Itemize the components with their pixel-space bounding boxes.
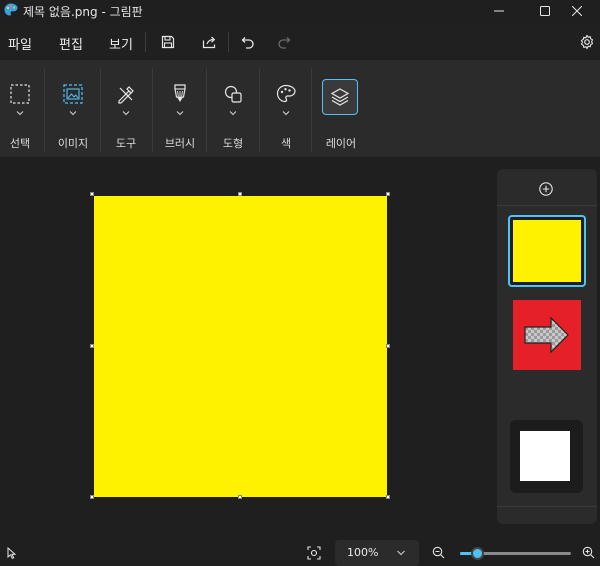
ribbon-divider (100, 68, 101, 152)
window-title: 제목 없음.png - 그림판 (23, 5, 143, 19)
ribbon-divider (259, 68, 260, 152)
zoom-out-icon[interactable] (432, 546, 445, 559)
redo-button[interactable] (274, 32, 294, 52)
zoom-in-icon[interactable] (582, 546, 595, 559)
ribbon-label-tools: 도구 (115, 137, 137, 150)
shapes-button[interactable] (219, 80, 247, 108)
menu-file[interactable]: 파일 (8, 34, 32, 53)
resize-handle-bottom-right[interactable] (386, 495, 390, 499)
layer-thumbnail[interactable] (513, 300, 581, 370)
arrow-preview-icon (524, 316, 569, 354)
resize-handle-bottom-left[interactable] (90, 495, 94, 499)
image-button[interactable] (59, 80, 87, 108)
brush-button[interactable] (166, 80, 194, 108)
ribbon-label-select: 선택 (9, 137, 31, 150)
ribbon-divider (44, 68, 45, 152)
share-icon (202, 36, 216, 49)
image-icon (63, 84, 83, 104)
close-button[interactable] (554, 0, 600, 22)
zoom-slider-thumb[interactable] (471, 547, 484, 560)
ribbon-divider (152, 68, 153, 152)
title-bar: 제목 없음.png - 그림판 (0, 0, 600, 22)
share-button[interactable] (199, 32, 219, 52)
layer-preview (513, 220, 581, 282)
resize-handle-right[interactable] (386, 344, 390, 348)
tools-icon (118, 86, 134, 104)
chevron-down-icon[interactable] (15, 110, 25, 116)
resize-handle-left[interactable] (90, 344, 94, 348)
settings-button[interactable] (577, 32, 597, 52)
selection-icon (10, 84, 30, 104)
color-button[interactable] (272, 80, 300, 108)
chevron-down-icon[interactable] (121, 110, 131, 116)
drawing-canvas[interactable] (94, 196, 387, 497)
chevron-down-icon[interactable] (281, 110, 291, 116)
layers-icon (330, 88, 350, 106)
save-icon (161, 35, 175, 49)
layers-panel (497, 169, 597, 524)
undo-button[interactable] (238, 32, 258, 52)
maximize-icon (540, 6, 550, 16)
gear-icon (580, 34, 594, 50)
redo-icon (278, 37, 291, 49)
ribbon-label-image: 이미지 (57, 137, 89, 150)
zoom-value: 100% (347, 546, 379, 559)
ribbon-toolbar: 선택 이미지 도구 브러시 도형 색 레이어 (0, 60, 600, 157)
selection-button[interactable] (6, 80, 34, 108)
panel-divider (497, 205, 597, 206)
cursor-icon (7, 547, 17, 559)
minimize-icon (494, 10, 504, 12)
ribbon-divider (311, 68, 312, 152)
undo-icon (241, 37, 254, 49)
add-layer-icon[interactable] (538, 181, 554, 197)
color-palette-icon (276, 84, 296, 103)
shapes-icon (224, 85, 242, 103)
zoom-slider[interactable] (460, 547, 571, 560)
menu-bar: 파일 편집 보기 (0, 24, 600, 60)
brush-icon (174, 84, 186, 102)
menu-edit[interactable]: 편집 (59, 34, 83, 53)
ribbon-divider (206, 68, 207, 152)
chevron-down-icon[interactable] (175, 110, 185, 116)
close-icon (572, 6, 582, 16)
menu-divider (145, 32, 146, 52)
resize-handle-top-left[interactable] (90, 192, 94, 196)
ribbon-label-layers: 레이어 (325, 137, 357, 150)
paint-palette-icon (3, 2, 19, 18)
tools-button[interactable] (112, 80, 140, 108)
ribbon-label-color: 색 (280, 137, 292, 150)
save-button[interactable] (158, 32, 178, 52)
chevron-down-icon[interactable] (228, 110, 238, 116)
layer-thumbnail[interactable] (510, 420, 583, 493)
chevron-down-icon[interactable] (68, 110, 78, 116)
minimize-button[interactable] (476, 0, 522, 22)
ribbon-label-brush: 브러시 (164, 137, 196, 150)
layer-thumbnail-selected[interactable] (508, 215, 586, 287)
resize-handle-top[interactable] (238, 192, 242, 196)
ribbon-label-shapes: 도형 (222, 137, 244, 150)
resize-handle-bottom[interactable] (238, 495, 242, 499)
menu-divider (228, 32, 229, 52)
panel-divider (497, 506, 597, 507)
layers-button[interactable] (322, 79, 358, 115)
chevron-down-icon (397, 550, 405, 556)
layer-preview (520, 431, 570, 481)
menu-view[interactable]: 보기 (109, 34, 133, 53)
resize-handle-top-right[interactable] (386, 192, 390, 196)
status-bar: 100% (0, 539, 600, 566)
fit-to-window-icon[interactable] (307, 546, 321, 560)
zoom-dropdown[interactable]: 100% (335, 540, 419, 566)
